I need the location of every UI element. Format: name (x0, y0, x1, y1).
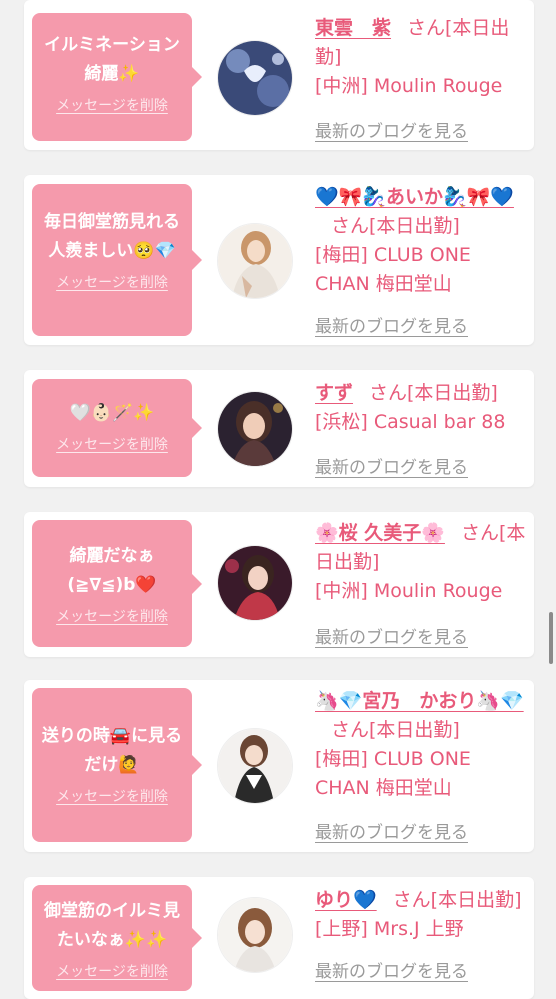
message-bubble: 送りの時🚘に見る だけ🙋 メッセージを削除 (32, 688, 202, 842)
cast-suffix: さん[本日出勤] (369, 382, 498, 404)
avatar-image (218, 898, 292, 972)
message-card: 毎日御堂筋見れる 人羨ましい🥺💎 メッセージを削除 💙🎀🧞‍♀️あいか🧞‍♀️🎀… (24, 175, 534, 345)
cast-suffix: さん[本日出勤] (331, 719, 460, 741)
avatar[interactable] (217, 40, 293, 116)
message-card: 送りの時🚘に見る だけ🙋 メッセージを削除 🦄💎宮乃 かおり🦄💎 さん[本日出勤]… (24, 680, 534, 852)
shop-name: [上野] Mrs.J 上野 (315, 918, 464, 940)
blog-link[interactable]: 最新のブログを見る (315, 453, 468, 478)
delete-message-link[interactable]: メッセージを削除 (32, 961, 192, 981)
cast-name-link[interactable]: 東雲 紫 (315, 17, 391, 39)
message-bubble: 🤍👶🏻🪄✨ メッセージを削除 (32, 379, 202, 477)
shop-name: [中洲] Moulin Rouge (315, 580, 503, 602)
delete-message-link[interactable]: メッセージを削除 (32, 786, 192, 806)
avatar-image (218, 41, 292, 115)
avatar[interactable] (217, 391, 293, 467)
avatar[interactable] (217, 545, 293, 621)
cast-name-link[interactable]: 🌸桜 久美子🌸 (315, 522, 445, 544)
blog-link[interactable]: 最新のブログを見る (315, 818, 468, 843)
delete-message-link[interactable]: メッセージを削除 (32, 95, 192, 115)
shop-name: [浜松] Casual bar 88 (315, 411, 506, 433)
avatar-image (218, 224, 292, 298)
cast-info: ゆり💙 さん[本日出勤] [上野] Mrs.J 上野 (315, 886, 529, 944)
blog-link[interactable]: 最新のブログを見る (315, 117, 468, 142)
message-text: 綺麗だなぁ (≧∇≦)b❤️ (67, 546, 157, 595)
message-card: イルミネーション 綺麗✨ メッセージを削除 東雲 紫さん[本日出勤] [中洲] … (24, 0, 534, 150)
message-bubble: 綺麗だなぁ (≧∇≦)b❤️ メッセージを削除 (32, 520, 202, 647)
avatar[interactable] (217, 728, 293, 804)
cast-suffix: さん[本日出勤] (392, 889, 522, 911)
message-bubble: イルミネーション 綺麗✨ メッセージを削除 (32, 13, 202, 141)
cast-info: 東雲 紫さん[本日出勤] [中洲] Moulin Rouge (315, 14, 529, 101)
message-bubble: 御堂筋のイルミ見 たいなぁ✨✨ メッセージを削除 (32, 885, 202, 991)
delete-message-link[interactable]: メッセージを削除 (32, 434, 192, 454)
cast-name-link[interactable]: 💙🎀🧞‍♀️あいか🧞‍♀️🎀💙 (315, 186, 514, 208)
delete-message-link[interactable]: メッセージを削除 (32, 606, 192, 626)
blog-link[interactable]: 最新のブログを見る (315, 957, 468, 982)
message-bubble: 毎日御堂筋見れる 人羨ましい🥺💎 メッセージを削除 (32, 184, 202, 336)
shop-name: [梅田] CLUB ONE CHAN 梅田堂山 (315, 244, 471, 295)
avatar-image (218, 392, 292, 466)
avatar[interactable] (217, 897, 293, 973)
message-card: 🤍👶🏻🪄✨ メッセージを削除 すず さん[本日出勤] [浜松] Casual ba… (24, 370, 534, 487)
delete-message-link[interactable]: メッセージを削除 (32, 272, 192, 292)
avatar-image (218, 546, 292, 620)
cast-suffix: さん[本日出勤] (331, 215, 460, 237)
message-text: 送りの時🚘に見る だけ🙋 (41, 726, 183, 775)
blog-link[interactable]: 最新のブログを見る (315, 623, 468, 648)
cast-name-link[interactable]: 🦄💎宮乃 かおり🦄💎 (315, 690, 524, 712)
cast-info: 🌸桜 久美子🌸 さん[本日出勤] [中洲] Moulin Rouge (315, 519, 529, 606)
cast-name-link[interactable]: ゆり💙 (315, 889, 377, 911)
message-card: 綺麗だなぁ (≧∇≦)b❤️ メッセージを削除 🌸桜 久美子🌸 さん[本日出勤] … (24, 512, 534, 657)
message-text: 🤍👶🏻🪄✨ (69, 403, 155, 423)
cast-info: 💙🎀🧞‍♀️あいか🧞‍♀️🎀💙 さん[本日出勤] [梅田] CLUB ONE CH… (315, 183, 529, 299)
shop-name: [中洲] Moulin Rouge (315, 75, 503, 97)
message-card: 御堂筋のイルミ見 たいなぁ✨✨ メッセージを削除 ゆり💙 さん[本日出勤] [上野… (24, 877, 534, 999)
shop-name: [梅田] CLUB ONE CHAN 梅田堂山 (315, 748, 471, 799)
cast-info: 🦄💎宮乃 かおり🦄💎 さん[本日出勤] [梅田] CLUB ONE CHAN 梅田… (315, 687, 529, 803)
blog-link[interactable]: 最新のブログを見る (315, 312, 468, 337)
cast-info: すず さん[本日出勤] [浜松] Casual bar 88 (315, 379, 529, 437)
message-text: イルミネーション 綺麗✨ (44, 35, 180, 84)
avatar[interactable] (217, 223, 293, 299)
message-text: 御堂筋のイルミ見 たいなぁ✨✨ (44, 901, 180, 950)
avatar-image (218, 729, 292, 803)
message-text: 毎日御堂筋見れる 人羨ましい🥺💎 (44, 212, 180, 261)
cast-name-link[interactable]: すず (315, 382, 353, 404)
scrollbar[interactable] (549, 612, 553, 664)
